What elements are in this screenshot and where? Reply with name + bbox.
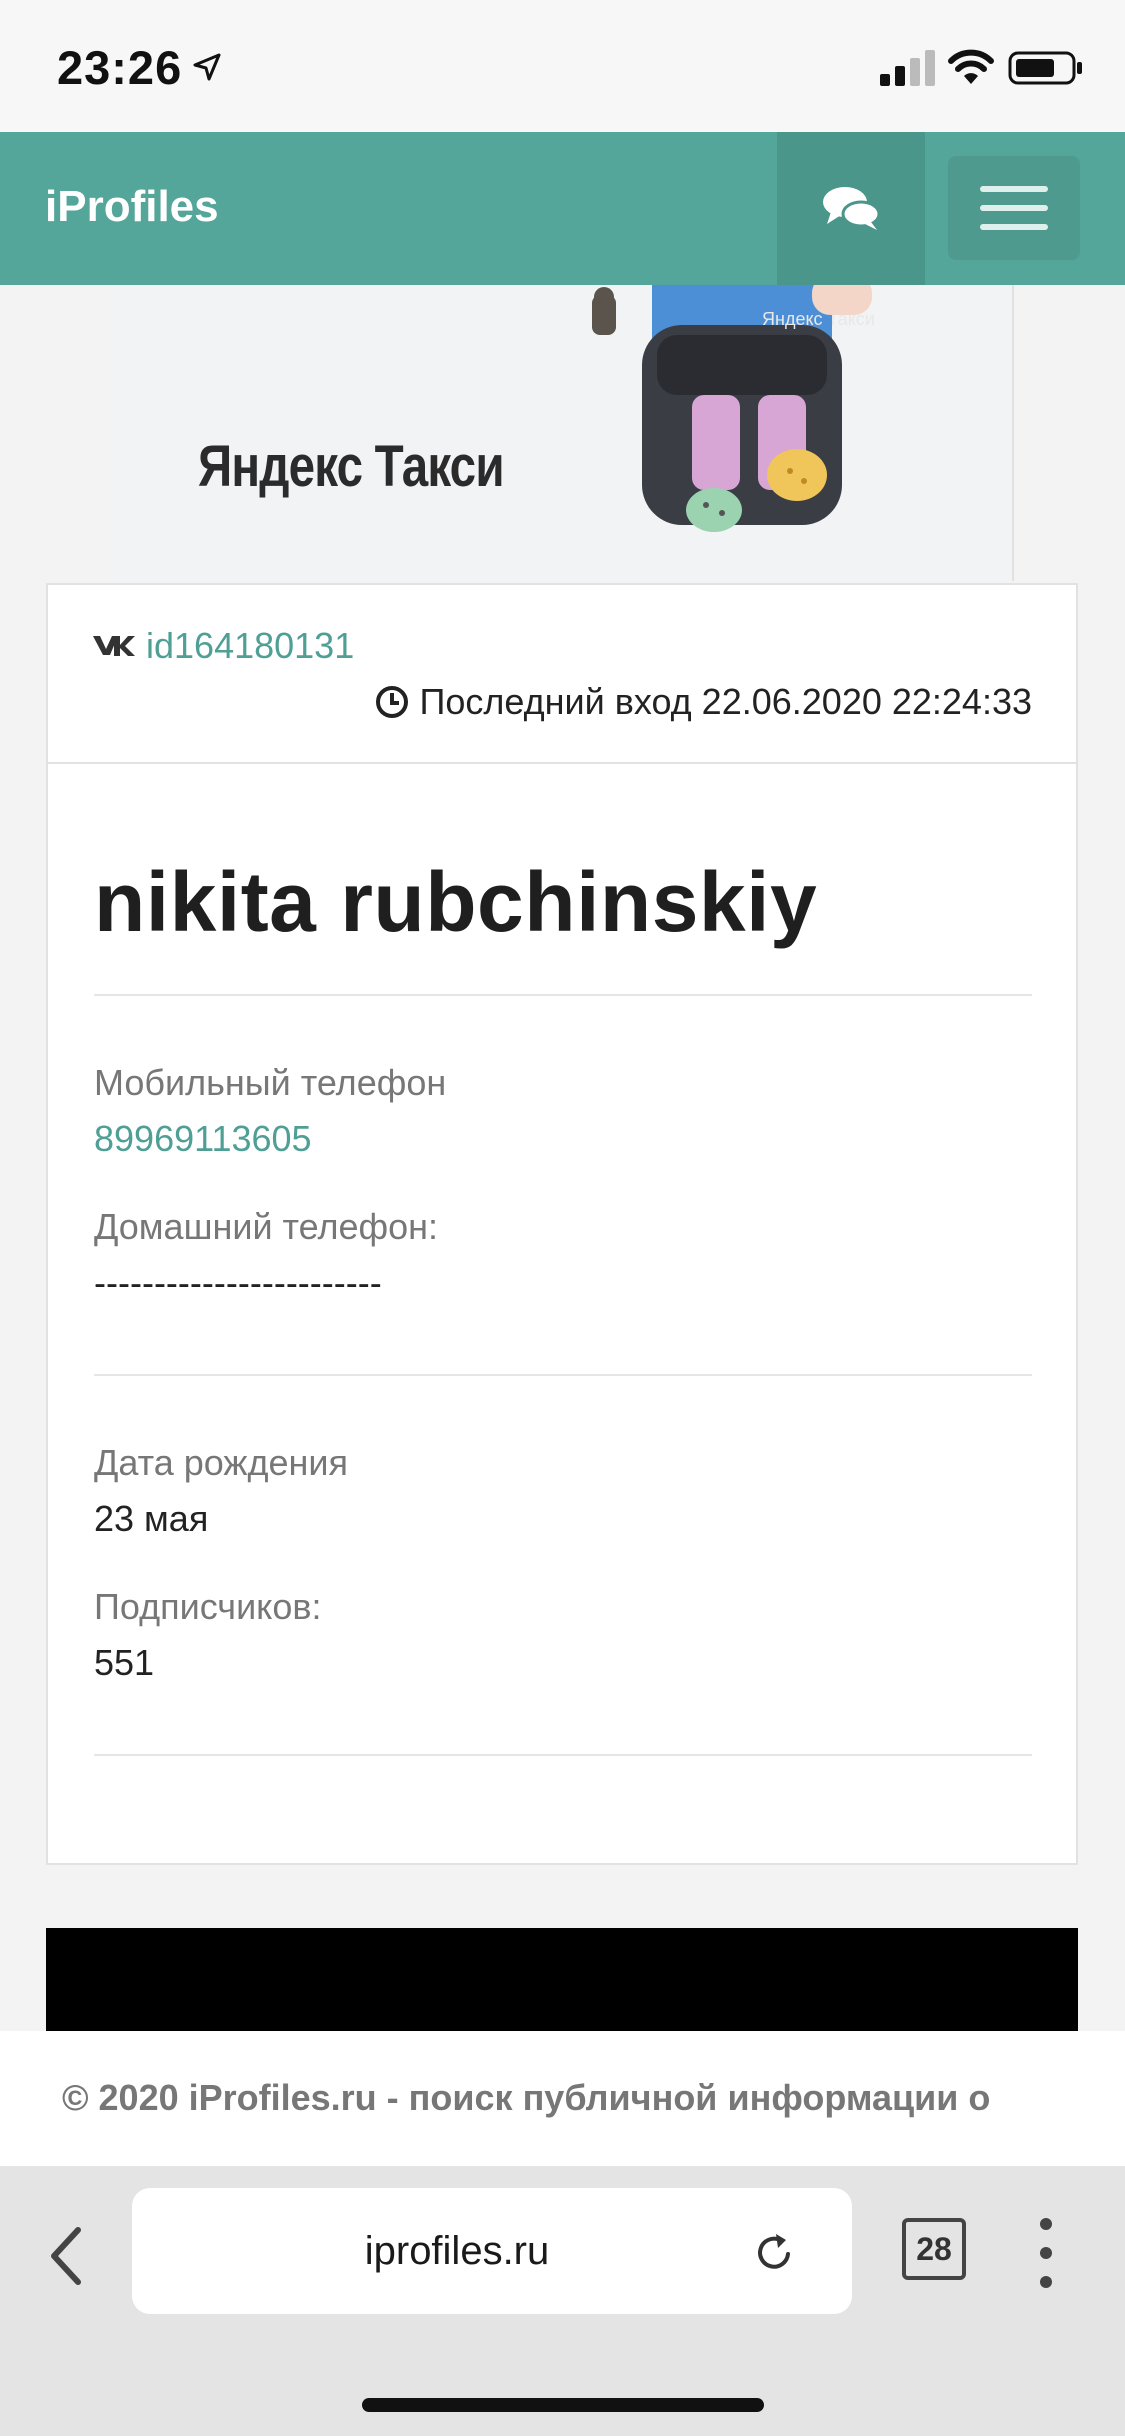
status-time: 23:26 <box>57 41 183 94</box>
dot <box>1040 2218 1052 2230</box>
address-bar[interactable]: iprofiles.ru <box>132 2188 852 2314</box>
mobile-phone-link[interactable]: 89969113605 <box>94 1118 312 1160</box>
divider <box>94 1374 1032 1376</box>
tabs-button[interactable]: 28 <box>902 2218 966 2280</box>
brand-logo[interactable]: iProfiles <box>45 182 219 232</box>
profile-card-header: id164180131 Последний вход 22.06.2020 22… <box>48 585 1076 764</box>
back-arrow-icon[interactable] <box>42 2216 92 2296</box>
ad-placeholder <box>46 1928 1078 2033</box>
last-login-text: Последний вход 22.06.2020 22:24:33 <box>419 681 1032 722</box>
footer: © 2020 iProfiles.ru - поиск публичной ин… <box>0 2031 1125 2166</box>
profile-card: id164180131 Последний вход 22.06.2020 22… <box>46 583 1078 1865</box>
menu-bar <box>980 224 1048 230</box>
status-bar: 23:26 <box>0 0 1125 132</box>
banner-brand-text: Яндекс Такси <box>198 434 505 499</box>
location-arrow-icon <box>193 53 221 81</box>
followers-value: 551 <box>94 1642 155 1683</box>
birthdate-label: Дата рождения <box>94 1442 348 1483</box>
menu-bar <box>980 186 1048 192</box>
backpack-illustration: Яндекс Такси <box>592 285 875 532</box>
vk-row: id164180131 <box>92 625 354 667</box>
chat-bubbles-icon <box>823 186 881 230</box>
chat-button[interactable] <box>777 132 925 285</box>
hamburger-menu-button[interactable] <box>948 156 1080 260</box>
reload-icon[interactable] <box>752 2230 796 2274</box>
footer-copyright: © 2020 iProfiles.ru - поиск публичной ин… <box>62 2077 991 2118</box>
url-text[interactable]: iprofiles.ru <box>132 2188 782 2314</box>
ad-banner[interactable]: Яндекс Такси Яндекс Такси <box>112 285 1014 581</box>
home-indicator[interactable] <box>362 2398 764 2412</box>
browser-toolbar: iprofiles.ru 28 <box>0 2166 1125 2436</box>
menu-bar <box>980 205 1048 211</box>
mobile-phone-label: Мобильный телефон <box>94 1062 447 1103</box>
profile-name: nikita rubchinskiy <box>94 855 818 949</box>
home-phone-label: Домашний телефон: <box>94 1206 439 1247</box>
birthdate-value: 23 мая <box>94 1498 209 1539</box>
vk-id-link[interactable]: id164180131 <box>146 625 354 667</box>
wifi-icon <box>948 49 994 84</box>
battery-icon <box>1008 51 1082 85</box>
vk-icon <box>93 636 135 656</box>
divider <box>94 994 1032 996</box>
cellular-signal-icon <box>880 50 935 86</box>
home-phone-value: ------------------------ <box>94 1262 382 1303</box>
clock-icon <box>376 686 409 718</box>
last-login: Последний вход 22.06.2020 22:24:33 <box>375 681 1032 723</box>
top-navbar: iProfiles <box>0 132 1125 285</box>
divider <box>94 1754 1032 1756</box>
more-vertical-icon[interactable] <box>1036 2218 1056 2288</box>
followers-label: Подписчиков: <box>94 1586 322 1627</box>
dot <box>1040 2247 1052 2259</box>
dot <box>1040 2276 1052 2288</box>
